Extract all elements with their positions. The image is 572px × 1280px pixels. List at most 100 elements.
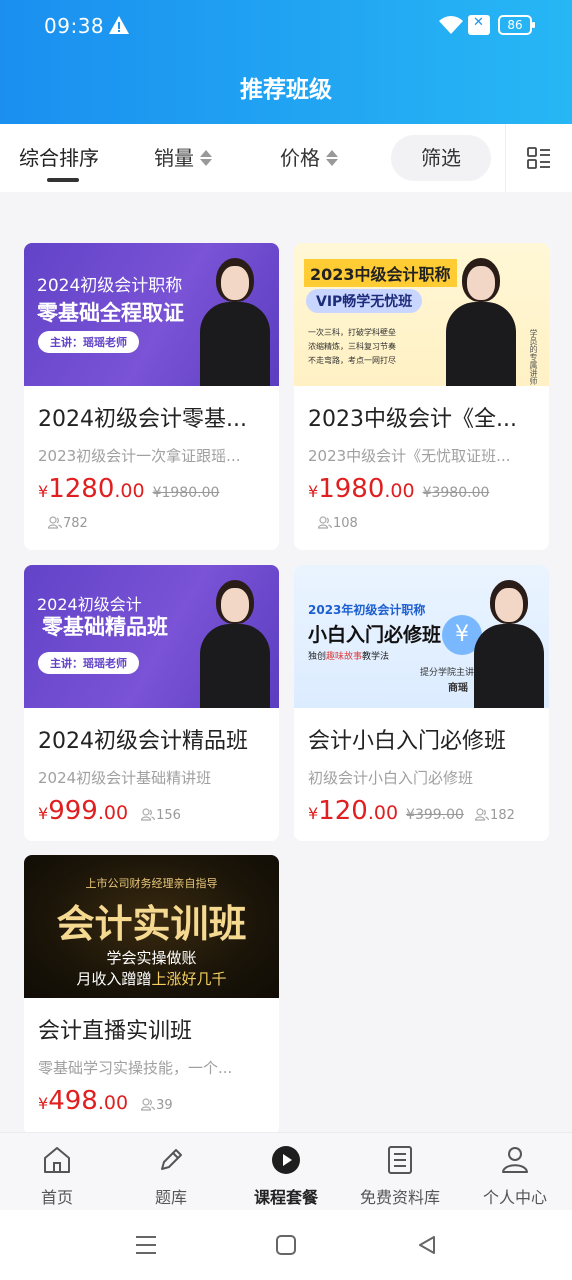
course-thumbnail: 2024初级会计 零基础精品班 主讲：瑶瑶老师 <box>24 565 279 708</box>
student-count: 108 <box>317 516 358 531</box>
filter-button[interactable]: 筛选 <box>391 135 491 181</box>
wifi-icon <box>439 16 463 34</box>
course-price: ¥1280.00 ¥1980.00 <box>38 474 219 504</box>
banner-text-part: 上涨好几千 <box>151 970 227 988</box>
home-icon <box>44 1147 70 1173</box>
banner-bullet: 浓缩精炼，三科复习节奏 <box>308 342 396 351</box>
system-navigation-bar <box>0 1210 572 1280</box>
banner-text: 月收入蹭蹭上涨好几千 <box>24 968 279 989</box>
student-count: 156 <box>140 808 181 823</box>
person-icon <box>502 1147 528 1173</box>
course-title: 2024初级会计零基... <box>38 407 247 432</box>
course-card[interactable]: 2024初级会计职称 零基础全程取证 主讲：瑶瑶老师 2024初级会计零基...… <box>24 243 279 550</box>
layout-toggle-button[interactable] <box>505 124 572 192</box>
course-card[interactable]: 2023年初级会计职称 小白入门必修班 独创趣味故事教学法 提分学院主讲老师 商… <box>294 565 549 841</box>
price-decimal: .00 <box>97 802 129 824</box>
tab-label: 课程套餐 <box>253 1188 318 1207</box>
course-thumbnail: 上市公司财务经理亲自指导 会计实训班 学会实操做账 月收入蹭蹭上涨好几千 <box>24 855 279 998</box>
banner-text: 学会实操做账 <box>106 949 197 967</box>
price-decimal: .00 <box>97 1092 129 1114</box>
course-subtitle: 零基础学习实操技能，一个... <box>38 1059 233 1077</box>
teacher-tag: 主讲：瑶瑶老师 <box>38 652 139 674</box>
tab-question-bank[interactable]: 题库 <box>114 1133 228 1211</box>
course-price: ¥1980.00 ¥3980.00 <box>308 474 489 504</box>
people-icon <box>317 516 333 529</box>
banner-text-part: 独创 <box>308 652 327 662</box>
tab-home[interactable]: 首页 <box>0 1133 114 1211</box>
back-triangle-icon[interactable] <box>417 1235 437 1255</box>
course-price: ¥999.00 156 <box>38 796 181 826</box>
tab-label: 题库 <box>154 1188 187 1207</box>
student-count-value: 108 <box>333 516 358 531</box>
banner-text: 2023中级会计职称 <box>304 259 457 287</box>
course-card[interactable]: 2024初级会计 零基础精品班 主讲：瑶瑶老师 2024初级会计精品班 2024… <box>24 565 279 841</box>
teacher-tag: 主讲：瑶瑶老师 <box>38 331 139 353</box>
course-card[interactable]: 上市公司财务经理亲自指导 会计实训班 学会实操做账 月收入蹭蹭上涨好几千 会计直… <box>24 855 279 1135</box>
price-decimal: .00 <box>367 802 399 824</box>
price-integer: 1980 <box>318 474 385 504</box>
price-integer: 999 <box>48 796 98 826</box>
banner-text-part: 趣味故事 <box>326 652 363 662</box>
course-thumbnail: 2023年初级会计职称 小白入门必修班 独创趣味故事教学法 提分学院主讲老师 商… <box>294 565 549 708</box>
course-title: 2023中级会计《全... <box>308 407 517 432</box>
price-decimal: .00 <box>114 480 145 502</box>
teacher-photo <box>196 572 274 708</box>
banner-teacher-name: 商瑶 <box>448 683 468 694</box>
people-icon <box>140 808 156 821</box>
teacher-photo <box>442 250 520 386</box>
sort-price[interactable]: 价格 <box>280 124 338 192</box>
banner-text: 零基础全程取证 <box>37 301 184 325</box>
menu-icon[interactable] <box>135 1235 157 1255</box>
sort-comprehensive[interactable]: 综合排序 <box>19 124 99 192</box>
document-icon <box>388 1146 412 1174</box>
student-count-value: 782 <box>63 516 88 531</box>
banner-text: 上市公司财务经理亲自指导 <box>85 877 218 890</box>
teacher-photo <box>470 572 548 708</box>
sort-price-label: 价格 <box>280 146 320 170</box>
course-subtitle: 2023初级会计一次拿证跟瑶... <box>38 447 241 465</box>
home-square-icon[interactable] <box>276 1235 296 1255</box>
price-decimal: .00 <box>384 480 415 502</box>
original-price: ¥399.00 <box>406 807 464 823</box>
course-price: ¥498.00 39 <box>38 1086 173 1116</box>
course-price: ¥120.00 ¥399.00 182 <box>308 796 515 826</box>
pencil-icon <box>161 1149 182 1170</box>
banner-text-part: 教学法 <box>362 652 390 662</box>
banner-text: 独创趣味故事教学法 <box>308 649 389 662</box>
course-subtitle: 2023中级会计《无忧取证班... <box>308 447 511 465</box>
currency-symbol: ¥ <box>38 804 49 823</box>
sort-sales-label: 销量 <box>154 146 194 170</box>
tab-free-materials[interactable]: 免费资料库 <box>343 1133 457 1211</box>
active-underline <box>47 178 79 182</box>
tab-label: 首页 <box>40 1188 73 1207</box>
price-integer: 120 <box>318 796 368 826</box>
course-card[interactable]: 2023中级会计职称 VIP畅学无忧班 一次三科，打破学科壁垒 浓缩精炼，三科复… <box>294 243 549 550</box>
sort-sales[interactable]: 销量 <box>154 124 212 192</box>
banner-text: 零基础精品班 <box>42 615 168 639</box>
people-icon <box>140 1098 156 1111</box>
price-integer: 498 <box>48 1086 98 1116</box>
tab-course-packages[interactable]: 课程套餐 <box>229 1133 343 1211</box>
banner-bullet: 一次三科，打破学科壁垒 <box>308 328 396 337</box>
currency-symbol: ¥ <box>38 1094 49 1113</box>
tab-label: 免费资料库 <box>359 1188 440 1207</box>
tab-profile[interactable]: 个人中心 <box>458 1133 572 1211</box>
status-time: 09:38 <box>44 14 105 38</box>
student-count: 39 <box>140 1098 173 1113</box>
price-integer: 1280 <box>48 474 115 504</box>
banner-bullet: 不走弯路，考点一网打尽 <box>308 356 396 365</box>
course-subtitle: 初级会计小白入门必修班 <box>308 769 474 787</box>
original-price: ¥3980.00 <box>422 485 490 501</box>
banner-text: 会计实训班 <box>56 902 247 946</box>
people-icon <box>474 808 490 821</box>
sort-bar: 综合排序 销量 价格 筛选 <box>0 124 572 192</box>
banner-text-part: 月收入蹭蹭 <box>76 970 152 988</box>
no-sim-icon <box>468 15 490 35</box>
student-count: 782 <box>47 516 88 531</box>
bottom-tab-bar: 首页 题库 课程套餐 免费资料库 个人中心 <box>0 1132 572 1210</box>
list-layout-icon <box>527 147 550 169</box>
banner-text: VIP畅学无忧班 <box>306 289 423 313</box>
student-count-value: 156 <box>156 808 181 823</box>
student-count: 182 <box>474 808 515 823</box>
banner-text: 2024初级会计职称 <box>37 276 183 296</box>
